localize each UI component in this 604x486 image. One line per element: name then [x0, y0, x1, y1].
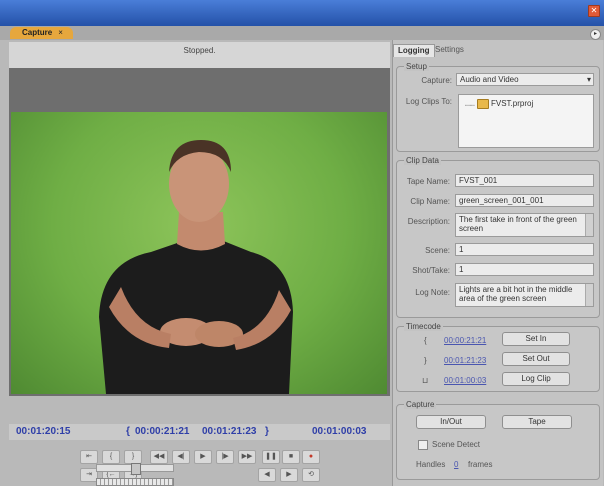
play-button[interactable]: ▶ — [194, 450, 212, 464]
timecode-title: Timecode — [404, 322, 443, 331]
capture-status-text: Stopped. — [9, 42, 390, 68]
log-clips-tree[interactable]: ┈┈ FVST.prproj — [458, 94, 594, 148]
in-point-icon: { — [424, 336, 427, 345]
stop-button[interactable]: ■ — [282, 450, 300, 464]
tab-logging[interactable]: Logging — [393, 44, 435, 57]
capture-select[interactable]: Audio and Video ▾ — [456, 73, 594, 86]
project-name[interactable]: FVST.prproj — [491, 99, 533, 108]
in-bracket: { — [126, 426, 130, 437]
step-forward-button[interactable]: |▶ — [216, 450, 234, 464]
log-note-text: Lights are a bit hot in the middle area … — [459, 285, 573, 303]
description-scrollbar[interactable] — [585, 214, 593, 236]
folder-icon — [477, 99, 489, 109]
tab-close-icon[interactable]: × — [58, 28, 63, 37]
rewind-button[interactable]: ◀◀ — [150, 450, 168, 464]
shot-take-label: Shot/Take: — [412, 266, 450, 275]
shuttle-slider[interactable] — [96, 463, 174, 475]
go-to-out-button[interactable]: } — [124, 450, 142, 464]
set-out-button[interactable]: Set Out — [502, 352, 570, 366]
log-clips-label: Log Clips To: — [405, 97, 452, 106]
tab-capture-label: Capture — [22, 28, 53, 37]
in-out-button[interactable]: In/Out — [416, 415, 486, 429]
clip-name-field[interactable]: green_screen_001_001 — [455, 194, 594, 207]
out-point-timecode[interactable]: 00:01:21:23 — [202, 426, 256, 437]
step-back-button[interactable]: ◀| — [172, 450, 190, 464]
handles-value[interactable]: 0 — [454, 460, 458, 469]
window-title-bar — [0, 0, 604, 26]
current-timecode[interactable]: 00:01:20:15 — [16, 426, 70, 437]
setup-title: Setup — [404, 62, 429, 71]
video-preview — [11, 112, 387, 394]
capture-select-value: Audio and Video — [460, 75, 519, 84]
fast-forward-button[interactable]: ▶▶ — [238, 450, 256, 464]
timecode-out-value[interactable]: 00:01:21:23 — [444, 356, 486, 365]
log-note-label: Log Note: — [415, 288, 450, 297]
tree-line: ┈┈ — [465, 101, 475, 110]
slow-play-button[interactable]: ▶ — [280, 468, 298, 482]
timecode-duration-value[interactable]: 00:01:00:03 — [444, 376, 486, 385]
tab-capture[interactable]: Capture × — [10, 27, 73, 39]
pause-button[interactable]: ❚❚ — [262, 450, 280, 464]
scene-detect-checkbox[interactable] — [418, 440, 428, 450]
tape-name-label: Tape Name: — [406, 177, 450, 186]
log-note-scrollbar[interactable] — [585, 284, 593, 306]
out-bracket: } — [265, 426, 269, 437]
set-in-point-button[interactable]: ⇤ — [80, 450, 98, 464]
in-point-timecode[interactable]: 00:00:21:21 — [135, 426, 189, 437]
description-field[interactable]: The first take in front of the green scr… — [455, 213, 594, 237]
clip-data-title: Clip Data — [404, 156, 441, 165]
shot-take-field[interactable]: 1 — [455, 263, 594, 276]
capture-label: Capture: — [421, 76, 452, 85]
handles-label: Handles — [416, 460, 446, 469]
scene-detect-label: Scene Detect — [432, 440, 481, 449]
chevron-down-icon: ▾ — [586, 75, 591, 84]
scene-field[interactable]: 1 — [455, 243, 594, 256]
panel-tab-strip — [0, 26, 604, 40]
record-button[interactable]: ● — [302, 450, 320, 464]
out-point-icon: } — [424, 356, 427, 365]
clip-name-label: Clip Name: — [410, 197, 450, 206]
shuttle-knob[interactable] — [131, 463, 141, 475]
duration-icon: ⊔ — [422, 376, 429, 385]
panel-menu-icon[interactable]: ▸ — [590, 29, 601, 40]
frames-label: frames — [468, 460, 493, 469]
log-clip-button[interactable]: Log Clip — [502, 372, 570, 386]
description-label: Description: — [407, 217, 450, 226]
description-text: The first take in front of the green scr… — [459, 215, 577, 233]
set-in-button[interactable]: Set In — [502, 332, 570, 346]
capture-title: Capture — [404, 400, 437, 409]
timecode-in-value[interactable]: 00:00:21:21 — [444, 336, 486, 345]
tape-name-field[interactable]: FVST_001 — [455, 174, 594, 187]
jog-wheel[interactable] — [96, 478, 174, 486]
slow-reverse-button[interactable]: ◀ — [258, 468, 276, 482]
scene-label: Scene: — [425, 246, 450, 255]
tape-button[interactable]: Tape — [502, 415, 572, 429]
log-note-field[interactable]: Lights are a bit hot in the middle area … — [455, 283, 594, 307]
tab-settings[interactable]: Settings — [431, 44, 468, 56]
duration-timecode[interactable]: 00:01:00:03 — [312, 426, 366, 437]
window-close-icon[interactable]: ✕ — [588, 5, 600, 17]
scene-search-button[interactable]: ⟲ — [302, 468, 320, 482]
video-frame-image — [99, 140, 293, 394]
go-to-in-button[interactable]: { — [102, 450, 120, 464]
